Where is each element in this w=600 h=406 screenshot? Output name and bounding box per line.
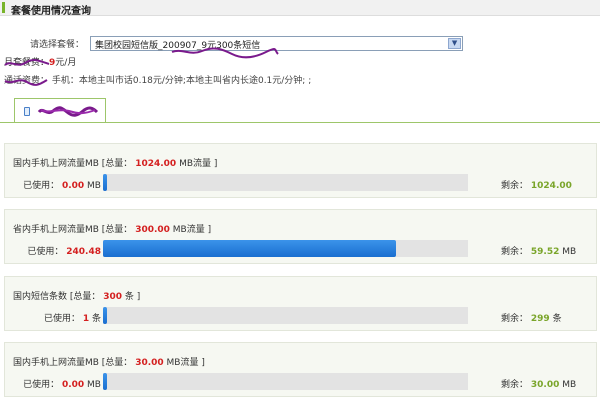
total-value: 300 xyxy=(103,292,123,302)
page-header: 套餐使用情况查询 xyxy=(0,0,600,17)
tab-underline xyxy=(0,122,600,123)
usage-panel: 国内短信条数 [总量： 300 条 ] 已使用： 1 条 剩余： 299 条 xyxy=(4,276,597,331)
usage-progress-fill xyxy=(103,174,107,191)
usage-panel: 国内手机上网流量MB [总量： 30.00 MB流量 ] 已使用： 0.00 M… xyxy=(4,342,597,397)
usage-progress-fill xyxy=(103,373,107,390)
fee-unit: 元/月 xyxy=(55,58,77,68)
usage-progress-fill xyxy=(103,307,107,324)
remaining-amount: 剩余： 1024.00 xyxy=(501,181,572,191)
redaction-scribble xyxy=(37,106,99,117)
phone-icon xyxy=(24,107,30,116)
total-value: 300.00 xyxy=(135,225,170,235)
usage-progress-bar xyxy=(103,373,468,390)
voice-rates: 通话资费： 手机：本地主叫市话0.18元/分钟;本地主叫省内长途0.1元/分钟;… xyxy=(4,76,312,86)
redaction-scribble xyxy=(4,59,50,66)
usage-progress-bar xyxy=(103,240,468,257)
used-amount: 已使用： 240.48 xyxy=(27,247,101,257)
used-amount: 已使用： 1 条 xyxy=(43,314,101,324)
header-marker xyxy=(2,2,5,13)
used-amount: 已使用： 0.00 MB xyxy=(23,380,101,390)
panel-title: 省内手机上网流量MB [总量： 300.00 MB流量 ] xyxy=(13,225,212,235)
redaction-scribble xyxy=(171,47,279,59)
panel-title: 国内手机上网流量MB [总量： 30.00 MB流量 ] xyxy=(13,358,205,368)
page-title: 套餐使用情况查询 xyxy=(11,6,91,17)
usage-panel: 省内手机上网流量MB [总量： 300.00 MB流量 ] 已使用： 240.4… xyxy=(4,209,597,264)
usage-progress-bar xyxy=(103,307,468,324)
total-value: 1024.00 xyxy=(135,159,177,169)
used-amount: 已使用： 0.00 MB xyxy=(23,181,101,191)
panel-title: 国内手机上网流量MB [总量： 1024.00 MB流量 ] xyxy=(13,159,218,169)
total-value: 30.00 xyxy=(135,358,164,368)
remaining-amount: 剩余： 299 条 xyxy=(501,314,562,324)
usage-progress-bar xyxy=(103,174,468,191)
tab-phone-number[interactable] xyxy=(14,98,106,123)
remaining-amount: 剩余： 30.00 MB xyxy=(501,380,577,390)
plan-select-label: 请选择套餐： xyxy=(30,39,85,50)
usage-progress-fill xyxy=(103,240,396,257)
chevron-down-icon[interactable]: ▼ xyxy=(448,37,462,49)
redaction-scribble xyxy=(4,79,48,86)
usage-panel: 国内手机上网流量MB [总量： 1024.00 MB流量 ] 已使用： 0.00… xyxy=(4,143,597,198)
remaining-amount: 剩余： 59.52 MB xyxy=(501,247,577,257)
panel-title: 国内短信条数 [总量： 300 条 ] xyxy=(13,292,141,302)
